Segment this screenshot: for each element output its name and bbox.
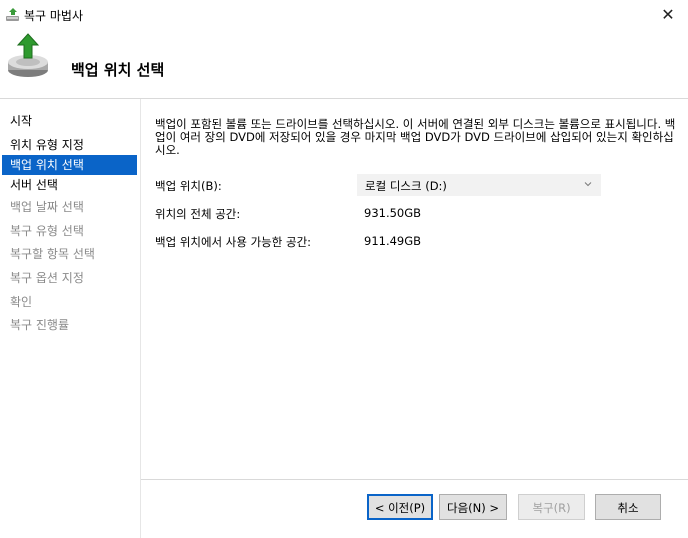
total-space-value: 931.50GB: [364, 206, 422, 220]
instructions-text: 백업이 포함된 볼륨 또는 드라이브를 선택하십시오. 이 서버에 연결된 외부…: [155, 117, 676, 157]
next-button[interactable]: 다음(N) >: [439, 494, 507, 520]
chevron-down-icon: [584, 182, 592, 187]
step-recovery-type: 복구 유형 선택: [10, 224, 84, 238]
step-items: 복구할 항목 선택: [10, 247, 95, 261]
wizard-header: 백업 위치 선택: [0, 30, 688, 98]
close-icon[interactable]: ✕: [648, 0, 688, 30]
step-location-type[interactable]: 위치 유형 지정: [0, 135, 140, 155]
available-space-value: 911.49GB: [364, 234, 422, 248]
backup-location-select[interactable]: 로컬 디스크 (D:): [357, 174, 601, 196]
previous-button[interactable]: < 이전(P): [367, 494, 433, 520]
step-progress: 복구 진행률: [10, 318, 70, 332]
cancel-button[interactable]: 취소: [595, 494, 661, 520]
step-backup-date: 백업 날짜 선택: [10, 200, 84, 214]
restore-wizard-icon: [8, 33, 48, 77]
page-title: 백업 위치 선택: [71, 61, 165, 79]
footer-divider: [141, 479, 688, 480]
wizard-steps: 시작 위치 유형 지정 백업 위치 선택 서버 선택 백업 날짜 선택 복구 유…: [0, 99, 140, 538]
backup-location-value: 로컬 디스크 (D:): [365, 179, 447, 193]
step-select-server[interactable]: 서버 선택: [0, 175, 140, 195]
step-backup-location[interactable]: 백업 위치 선택: [2, 155, 137, 175]
location-label: 백업 위치(B):: [155, 179, 222, 193]
step-options: 복구 옵션 지정: [10, 271, 84, 285]
main-panel: 백업이 포함된 볼륨 또는 드라이브를 선택하십시오. 이 서버에 연결된 외부…: [141, 99, 688, 538]
window-title: 복구 마법사: [24, 9, 84, 23]
step-start[interactable]: 시작: [0, 111, 140, 131]
step-confirm: 확인: [10, 295, 33, 309]
backup-app-icon: [6, 8, 19, 21]
available-space-label: 백업 위치에서 사용 가능한 공간:: [155, 235, 312, 249]
total-space-label: 위치의 전체 공간:: [155, 207, 241, 221]
recover-button: 복구(R): [518, 494, 585, 520]
title-bar: 복구 마법사 ✕: [0, 0, 688, 30]
